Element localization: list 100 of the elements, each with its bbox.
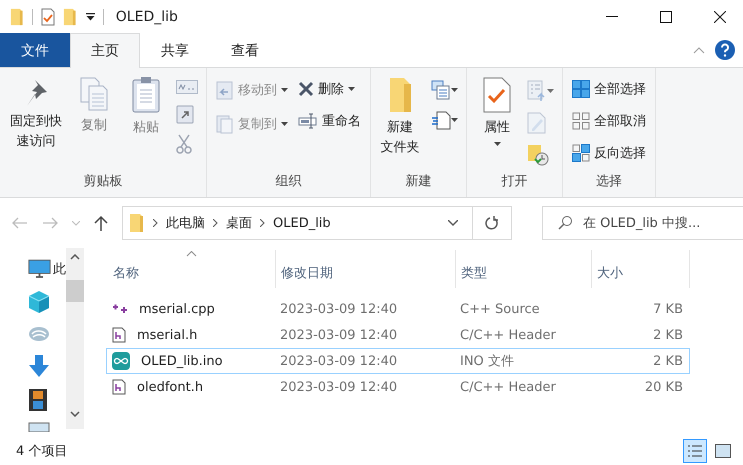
folder-icon: [129, 213, 145, 233]
file-menu-button[interactable]: 文件: [0, 33, 70, 67]
select-all-icon: [572, 80, 590, 98]
file-name: OLED_lib.ino: [140, 354, 223, 368]
ribbon-button[interactable]: 固定到快速访问: [6, 72, 66, 171]
chevron-icon: [153, 219, 158, 227]
table-cell-text: 2023-03-09 12:40: [279, 328, 398, 342]
table-cell-text: 2 KB: [652, 354, 684, 368]
image-icon: [715, 444, 731, 458]
table-cell-text: 2023-03-09 12:40: [279, 302, 398, 316]
scissors-icon: [176, 134, 192, 154]
file-row[interactable]: mserial.h 2023-03-09 12:40 C/C++ Header 2 KB: [106, 322, 690, 348]
close-icon: [714, 10, 726, 22]
customize-dropdown-icon[interactable]: [86, 12, 95, 20]
shortcut-icon: [176, 104, 194, 124]
chevron-down-icon: [72, 220, 80, 226]
table-cell-text: 7 KB: [652, 302, 684, 316]
chevron-icon: [213, 219, 218, 227]
image-icon[interactable]: [28, 422, 50, 432]
window-title: OLED_lib: [116, 8, 179, 24]
file-name: mserial.h: [136, 328, 198, 342]
file-row[interactable]: OLED_lib.ino 2023-03-09 12:40 INO 文件 2 KB: [106, 348, 690, 374]
ribbon-button[interactable]: 全部取消: [569, 110, 649, 132]
scrollbar[interactable]: [66, 248, 84, 429]
column-header[interactable]: 修改日期: [276, 250, 456, 288]
table-cell-text: C++ Source: [459, 302, 541, 316]
breadcrumb[interactable]: 此电脑: [166, 214, 205, 232]
ribbon-group-label: 剪贴板: [82, 173, 124, 191]
infinity-app-icon: [112, 352, 130, 370]
nav-item[interactable]: 此: [28, 258, 66, 280]
clipboard-icon: [131, 76, 161, 114]
minimize-icon: [606, 16, 618, 18]
scrollbar-thumb[interactable]: [66, 280, 84, 302]
file-row[interactable]: oledfont.h 2023-03-09 12:40 C/C++ Header 20 KB: [106, 374, 690, 400]
history-icon: [527, 144, 549, 166]
header-file-icon: [112, 379, 126, 395]
column-header[interactable]: 类型: [456, 250, 592, 288]
column-header[interactable]: 大小: [592, 250, 690, 288]
ribbon-button[interactable]: 重命名: [295, 110, 364, 132]
scroll-up-icon[interactable]: [70, 254, 80, 260]
folder-icon: [63, 8, 78, 26]
help-icon[interactable]: [715, 40, 735, 60]
copy-icon: [79, 76, 109, 112]
open-list-icon: [527, 80, 547, 102]
table-cell-text: 2023-03-09 12:40: [279, 380, 398, 394]
move-icon: [216, 80, 234, 100]
breadcrumb[interactable]: 桌面: [226, 214, 252, 232]
checkmark-document-icon: [482, 76, 512, 114]
file-name: mserial.cpp: [138, 302, 215, 316]
select-none-icon: [572, 112, 590, 130]
file-row[interactable]: mserial.cpp 2023-03-09 12:40 C++ Source 7 KB: [106, 296, 690, 322]
column-header[interactable]: 名称: [108, 250, 276, 288]
ribbon-tab[interactable]: 主页: [70, 33, 140, 68]
properties-icon[interactable]: [41, 8, 56, 26]
table-cell-text: C/C++ Header: [459, 380, 557, 394]
item-count: 4 个项目: [16, 443, 68, 460]
maximize-icon: [660, 10, 672, 22]
ribbon-button[interactable]: 反向选择: [569, 142, 649, 164]
copy-icon: [216, 114, 234, 134]
refresh-icon: [485, 216, 499, 230]
collapse-ribbon-icon[interactable]: [693, 46, 705, 54]
monitor-icon: [28, 258, 51, 280]
rename-icon: [298, 113, 318, 129]
edit-document-icon: [527, 112, 547, 134]
scroll-down-icon[interactable]: [70, 411, 80, 417]
folder-icon: [10, 8, 24, 26]
ribbon-icon-button[interactable]: [429, 78, 460, 102]
delete-icon: [298, 81, 314, 97]
details-view-button[interactable]: [683, 439, 707, 463]
search-field[interactable]: 在 OLED_lib 中搜...: [583, 207, 743, 239]
ribbon-button[interactable]: 属性: [473, 72, 521, 171]
ribbon-group-label: 组织: [274, 173, 302, 191]
table-cell-text: 2 KB: [652, 328, 684, 342]
ribbon-group-label: 选择: [595, 173, 623, 191]
cube-icon[interactable]: [28, 290, 50, 314]
file-name: oledfont.h: [136, 380, 204, 394]
new-item-icon: [431, 80, 451, 100]
search-box[interactable]: 在 OLED_lib 中搜...: [542, 206, 743, 240]
sort-caret-icon: [186, 251, 197, 257]
film-icon[interactable]: [28, 388, 48, 412]
table-cell-text: 20 KB: [644, 380, 684, 394]
download-arrow-icon[interactable]: [28, 354, 50, 378]
table-cell-text: C/C++ Header: [459, 328, 557, 342]
copy-path-icon: [176, 80, 198, 94]
chevron-down-icon: [448, 220, 458, 226]
table-cell-text: INO 文件: [459, 353, 515, 370]
ribbon-button[interactable]: 新建文件夹: [377, 72, 425, 171]
list-icon: [687, 443, 703, 459]
easy-access-icon: [431, 110, 451, 130]
breadcrumb[interactable]: OLED_lib: [273, 216, 331, 230]
header-file-icon: [112, 327, 126, 343]
address-bar[interactable]: 此电脑 桌面 OLED_lib: [122, 206, 512, 240]
table-cell-text: 2023-03-09 12:40: [279, 354, 398, 368]
search-icon: [557, 215, 573, 231]
ribbon-button[interactable]: 删除: [295, 78, 364, 100]
chevron-icon: [260, 219, 265, 227]
ribbon-button[interactable]: 全部选择: [569, 78, 649, 100]
invert-selection-icon: [572, 144, 590, 162]
ribbon-group-label: 新建: [404, 173, 432, 191]
plus-plus-icon: [112, 303, 128, 315]
